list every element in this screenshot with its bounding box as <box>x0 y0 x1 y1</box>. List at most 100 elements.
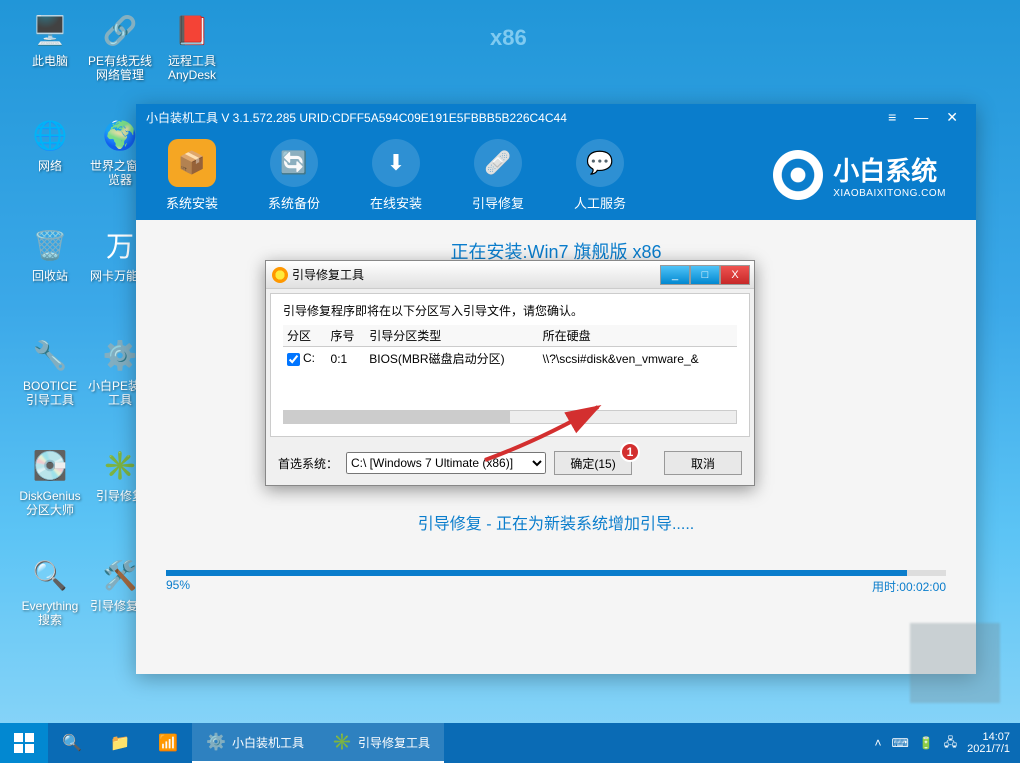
progress-percent: 95% <box>166 578 190 595</box>
icon-label: Everything搜索 <box>18 599 82 628</box>
brand: 小白系统 XIAOBAIXITONG.COM <box>773 150 946 200</box>
toolbar-item[interactable]: 📦系统安装 <box>156 139 228 212</box>
ok-button[interactable]: 确定(15) <box>554 451 632 475</box>
app-icon: ⚙️ <box>206 732 226 752</box>
dialog-maximize-button[interactable]: □ <box>690 265 720 285</box>
icon-label: 此电脑 <box>18 54 82 68</box>
cancel-button[interactable]: 取消 <box>664 451 742 475</box>
tray-keyboard-icon[interactable]: ⌨ <box>892 736 909 750</box>
tray-battery-icon[interactable]: 🔋 <box>919 736 934 750</box>
window-titlebar: 小白装机工具 V 3.1.572.285 URID:CDFF5A594C09E1… <box>136 104 976 130</box>
progress-fill <box>166 570 907 576</box>
toolbar-label: 系统备份 <box>258 193 330 212</box>
desktop-icon[interactable]: 🔗 PE有线无线网络管理 <box>88 10 152 83</box>
status-text: 引导修复 - 正在为新装系统增加引导..... <box>166 510 946 534</box>
brand-logo-icon <box>773 150 823 200</box>
boot-repair-dialog: 引导修复工具 _ □ X 引导修复程序即将在以下分区写入引导文件，请您确认。 分… <box>265 260 755 486</box>
app-icon: 🌍 <box>100 115 140 155</box>
dialog-footer: 首选系统： C:\ [Windows 7 Ultimate (x86)] 确定(… <box>266 441 754 485</box>
cell-type: BIOS(MBR磁盘启动分区) <box>365 347 538 371</box>
dialog-titlebar[interactable]: 引导修复工具 _ □ X <box>266 261 754 289</box>
partition-table: 分区 序号 引导分区类型 所在硬盘 C: 0:1 BIOS(MBR磁盘启动分区)… <box>283 325 737 370</box>
desktop-icon[interactable]: 💽DiskGenius分区大师 <box>18 445 82 518</box>
col-type[interactable]: 引导分区类型 <box>365 325 538 347</box>
app-icon: ✳️ <box>100 445 140 485</box>
cell-disk: \\?\scsi#disk&ven_vmware_& <box>539 347 737 371</box>
col-index[interactable]: 序号 <box>327 325 366 347</box>
desktop-icon[interactable]: 🔧 BOOTICE引导工具 <box>18 335 82 408</box>
dialog-title: 引导修复工具 <box>292 266 660 283</box>
progress-section: 95% 用时:00:02:00 <box>166 570 946 595</box>
cell-partition: C: <box>303 351 315 365</box>
preferred-system-label: 首选系统： <box>278 455 338 472</box>
dialog-controls: _ □ X <box>660 265 750 285</box>
taskbar-quick-1[interactable]: 🔍 <box>48 723 96 763</box>
dialog-icon <box>272 267 288 283</box>
taskbar-app[interactable]: ✳️ 引导修复工具 <box>318 723 444 763</box>
dialog-close-button[interactable]: X <box>720 265 750 285</box>
table-row[interactable]: C: 0:1 BIOS(MBR磁盘启动分区) \\?\scsi#disk&ven… <box>283 347 737 371</box>
start-button[interactable] <box>0 723 48 763</box>
taskbar-quick-2[interactable]: 📁 <box>96 723 144 763</box>
app-label: 引导修复工具 <box>358 734 430 751</box>
icon-label: PE有线无线网络管理 <box>88 54 152 83</box>
explorer-icon: 📁 <box>110 733 130 753</box>
desktop-icon[interactable]: 🌐 网络 <box>18 115 82 173</box>
toolbar: 📦系统安装 🔄系统备份 ⬇ 在线安装 🩹 引导修复 💬人工服务 小白系统 XIAOBAIXI… <box>136 130 976 220</box>
app-icon: 🛠️ <box>100 555 140 595</box>
col-partition[interactable]: 分区 <box>283 325 327 347</box>
app-icon: 🔍 <box>30 555 70 595</box>
progress-bar <box>166 570 946 576</box>
desktop-icon[interactable]: 🔍 Everything搜索 <box>18 555 82 628</box>
horizontal-scrollbar[interactable] <box>283 410 737 424</box>
app-icon: 万 <box>100 225 140 265</box>
app-label: 小白装机工具 <box>232 734 304 751</box>
toolbar-item[interactable]: 💬人工服务 <box>564 139 636 212</box>
desktop-icon[interactable]: 📕 远程工具AnyDesk <box>160 10 224 83</box>
cell-index: 0:1 <box>327 347 366 371</box>
app-icon: ⚙️ <box>100 335 140 375</box>
toolbar-label: 引导修复 <box>462 193 534 212</box>
menu-icon[interactable]: ≡ <box>888 109 896 126</box>
window-controls: ≡ — ✕ <box>888 109 966 126</box>
app-icon: 🔗 <box>100 10 140 50</box>
taskbar-clock[interactable]: 14:07 2021/7/1 <box>967 731 1010 755</box>
col-disk[interactable]: 所在硬盘 <box>539 325 737 347</box>
toolbar-label: 人工服务 <box>564 193 636 212</box>
toolbar-label: 系统安装 <box>156 193 228 212</box>
dialog-body: 引导修复程序即将在以下分区写入引导文件，请您确认。 分区 序号 引导分区类型 所… <box>270 293 750 437</box>
partition-checkbox[interactable] <box>287 353 300 366</box>
taskbar-quick-3[interactable]: 📶 <box>144 723 192 763</box>
desktop-icon[interactable]: 🗑️回收站 <box>18 225 82 283</box>
desktop-icon[interactable]: 🖥️此电脑 <box>18 10 82 68</box>
brand-name: 小白系统 <box>833 151 946 188</box>
tray-up-icon[interactable]: ˄ <box>874 736 881 750</box>
toolbar-item[interactable]: 🩹 引导修复 <box>462 139 534 212</box>
preferred-system-select[interactable]: C:\ [Windows 7 Ultimate (x86)] <box>346 452 546 474</box>
search-icon: 🔍 <box>62 733 82 753</box>
app-icon: 🗑️ <box>30 225 70 265</box>
dialog-message: 引导修复程序即将在以下分区写入引导文件，请您确认。 <box>283 302 737 319</box>
toolbar-item[interactable]: 🔄系统备份 <box>258 139 330 212</box>
icon-label: BOOTICE引导工具 <box>18 379 82 408</box>
app-icon: 🔧 <box>30 335 70 375</box>
taskbar-app[interactable]: ⚙️ 小白装机工具 <box>192 723 318 763</box>
icon-label: DiskGenius分区大师 <box>18 489 82 518</box>
window-title: 小白装机工具 V 3.1.572.285 URID:CDFF5A594C09E1… <box>146 109 888 126</box>
icon-label: 网络 <box>18 159 82 173</box>
toolbar-icon: ⬇ <box>372 139 420 187</box>
toolbar-item[interactable]: ⬇ 在线安装 <box>360 139 432 212</box>
toolbar-label: 在线安装 <box>360 193 432 212</box>
app-icon: 📕 <box>172 10 212 50</box>
icon-label: 远程工具AnyDesk <box>160 54 224 83</box>
tray-network-icon[interactable]: 🖧 <box>944 733 957 754</box>
toolbar-icon: 🩹 <box>474 139 522 187</box>
minimize-icon[interactable]: — <box>914 109 928 126</box>
system-tray: ˄ ⌨ 🔋 🖧 14:07 2021/7/1 <box>874 731 1020 755</box>
app-icon: 🌐 <box>30 115 70 155</box>
app-icon: ✳️ <box>332 732 352 752</box>
blurred-region <box>910 623 1000 703</box>
dialog-minimize-button[interactable]: _ <box>660 265 690 285</box>
wifi-icon: 📶 <box>158 733 178 753</box>
close-icon[interactable]: ✕ <box>946 109 958 126</box>
